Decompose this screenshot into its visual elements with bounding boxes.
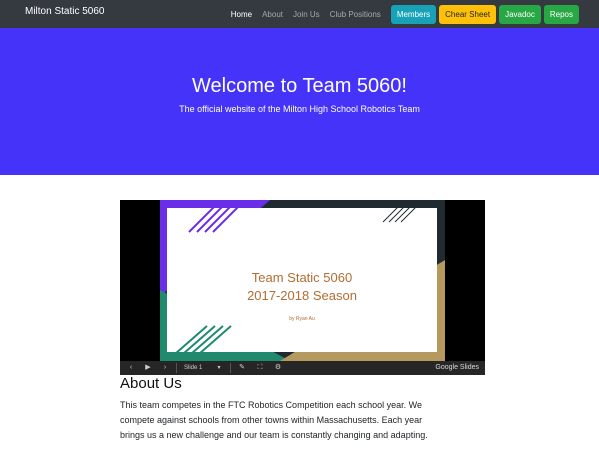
- caret-down-icon[interactable]: ▾: [214, 361, 224, 375]
- cheat-sheet-button[interactable]: Chear Sheet: [439, 4, 497, 24]
- about-line-2: compete against schools from other towns…: [120, 415, 423, 425]
- slide-frame[interactable]: Team Static 5060 2017-2018 Season by Rya…: [160, 200, 445, 361]
- nav-links: Home About Join Us Club Positions Member…: [231, 0, 599, 28]
- slide-title: Team Static 5060 2017-2018 Season: [167, 269, 437, 305]
- nav-link-home[interactable]: Home: [231, 10, 252, 19]
- play-icon[interactable]: ▶: [143, 361, 153, 375]
- hero-banner: Welcome to Team 5060! The official websi…: [0, 28, 599, 175]
- about-line-1: This team competes in the FTC Robotics C…: [120, 400, 422, 410]
- fullscreen-icon[interactable]: ⛶: [255, 361, 265, 375]
- hero-title: Welcome to Team 5060!: [192, 75, 407, 97]
- javadoc-button[interactable]: Javadoc: [499, 4, 541, 24]
- nav-link-about[interactable]: About: [262, 10, 283, 19]
- google-slides-logo[interactable]: Google Slides: [435, 361, 479, 375]
- gear-icon[interactable]: ⚙: [272, 361, 284, 375]
- slides-toolbar: ‹ ▶ › Slide 1 ▾ ✎ ⛶ ⚙ Google Slides: [120, 361, 485, 375]
- slide-select[interactable]: Slide 1: [184, 361, 218, 375]
- about-heading: About Us: [120, 375, 182, 392]
- pencil-icon[interactable]: ✎: [237, 361, 247, 375]
- slide-content: Team Static 5060 2017-2018 Season by Rya…: [167, 208, 437, 352]
- top-navbar: Milton Static 5060 Home About Join Us Cl…: [0, 0, 599, 28]
- chevron-left-icon[interactable]: ‹: [126, 361, 136, 375]
- navbar-brand[interactable]: Milton Static 5060: [25, 6, 105, 17]
- about-line-3: brings us a new challenge and our team i…: [120, 430, 428, 440]
- about-paragraph: This team competes in the FTC Robotics C…: [120, 398, 490, 443]
- google-slides-embed[interactable]: Team Static 5060 2017-2018 Season by Rya…: [120, 200, 485, 375]
- nav-link-club-positions[interactable]: Club Positions: [330, 10, 381, 19]
- nav-link-join-us[interactable]: Join Us: [293, 10, 320, 19]
- slide-author: by Ryan Au: [289, 316, 315, 322]
- slide-title-line2: 2017-2018 Season: [247, 288, 357, 303]
- repos-button[interactable]: Repos: [543, 4, 579, 24]
- slide-title-line1: Team Static 5060: [251, 270, 353, 285]
- members-button[interactable]: Members: [390, 4, 437, 24]
- chevron-right-icon[interactable]: ›: [160, 361, 170, 375]
- hero-subtitle: The official website of the Milton High …: [179, 104, 420, 114]
